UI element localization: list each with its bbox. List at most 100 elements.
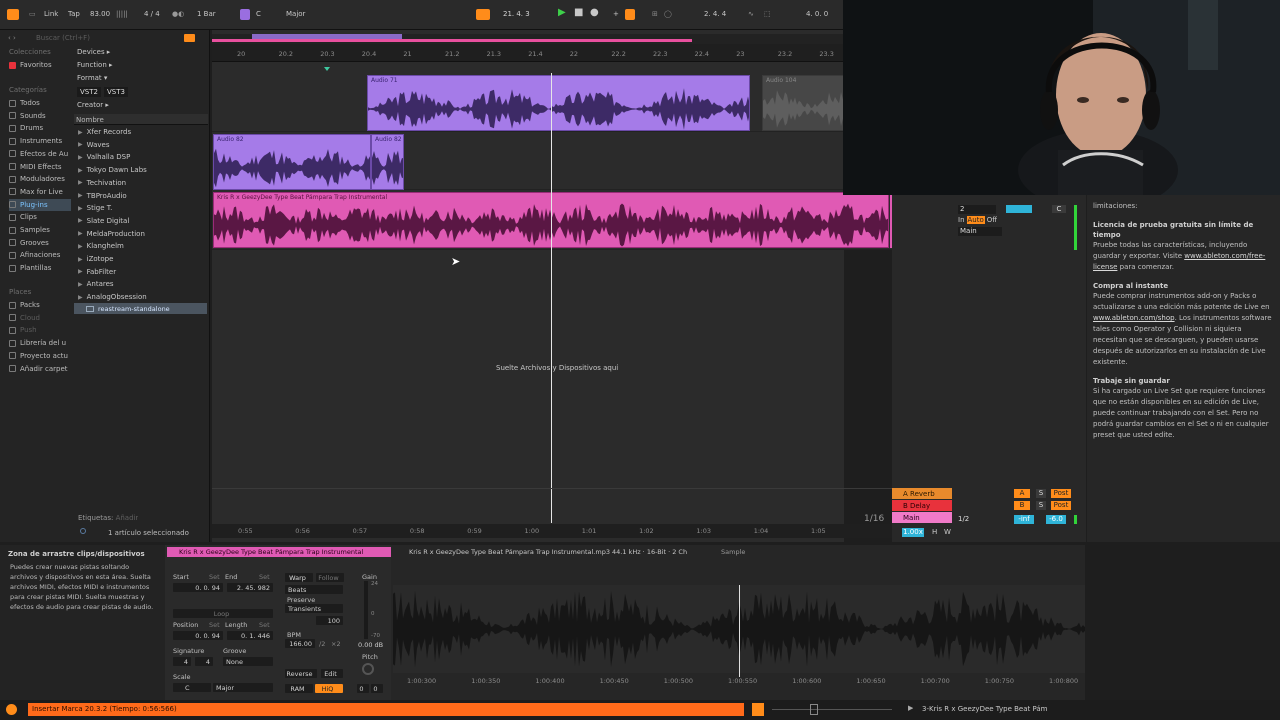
sidebar-item-category[interactable]: Sounds xyxy=(9,110,71,122)
arrange-view-icon[interactable]: ▭ xyxy=(29,10,36,18)
edit-button[interactable]: Edit xyxy=(321,669,343,678)
monitor-in-button[interactable]: In xyxy=(958,216,965,224)
overview-strip[interactable] xyxy=(212,34,844,44)
shop-link[interactable]: www.ableton.com/shop xyxy=(1093,314,1175,322)
warp-mode-select[interactable]: Beats xyxy=(285,585,343,594)
preview-icon[interactable] xyxy=(80,528,86,534)
position-field[interactable]: 0. 0. 94 xyxy=(173,631,223,640)
sidebar-item-place[interactable]: Cloud xyxy=(9,312,71,324)
scroll-thumb[interactable] xyxy=(810,704,818,715)
scale-mode-select[interactable]: Major xyxy=(213,683,273,692)
pan-knob[interactable]: C xyxy=(1052,205,1066,213)
start-field[interactable]: 0. 0. 94 xyxy=(173,583,223,592)
tempo-follow-field[interactable]: 1.00x xyxy=(902,528,924,537)
transpose-field[interactable]: 0 xyxy=(357,684,369,693)
expand-arrow-icon[interactable]: ▶ xyxy=(78,167,83,174)
expand-arrow-icon[interactable]: ▶ xyxy=(78,192,83,199)
reverse-button[interactable]: Reverse xyxy=(285,669,317,678)
bpm-field[interactable]: 166.00 xyxy=(285,639,315,648)
sidebar-item-category[interactable]: Plantillas xyxy=(9,262,71,274)
plugin-folder-row[interactable]: ▶ Antares xyxy=(78,278,206,290)
position-set-button[interactable]: Set xyxy=(209,621,220,629)
plugin-folder-row[interactable]: ▶ Stige T. xyxy=(78,202,206,214)
plugin-folder-row[interactable]: ▶ Xfer Records xyxy=(78,126,206,138)
time-ruler[interactable]: 0:55 0:56 0:57 0:58 0:59 1:00 1:01 1:02 1:03 1:04… xyxy=(212,524,892,538)
overdub-icon[interactable]: + xyxy=(613,10,619,18)
scroll-track[interactable] xyxy=(772,709,892,710)
back-icon[interactable]: ‹ › xyxy=(8,34,16,42)
follow-button[interactable]: Follow xyxy=(316,573,344,582)
follow-arrow-icon[interactable] xyxy=(752,703,764,716)
song-position-field[interactable]: 21. 4. 3 xyxy=(503,10,530,18)
ram-button[interactable]: RAM xyxy=(285,684,313,693)
key-select[interactable]: C xyxy=(256,10,261,18)
automation-arm-icon[interactable] xyxy=(625,9,635,20)
name-column-header[interactable]: Nombre xyxy=(74,114,208,125)
expand-arrow-icon[interactable]: ▶ xyxy=(78,268,83,275)
loop-length-field[interactable]: 4. 0. 0 xyxy=(806,10,828,18)
session-record-icon[interactable]: ⊞ xyxy=(652,10,658,18)
audio-clip[interactable]: Audio 82 xyxy=(213,134,371,190)
expand-arrow-icon[interactable]: ▶ xyxy=(78,281,83,288)
send-b-button[interactable]: B xyxy=(1014,501,1030,510)
plugin-folder-row[interactable]: ▶ Slate Digital xyxy=(78,215,206,227)
quantize-select[interactable]: 1 Bar xyxy=(197,10,216,18)
length-set-button[interactable]: Set xyxy=(259,621,270,629)
sidebar-item-category[interactable]: Max for Live xyxy=(9,186,71,198)
expand-arrow-icon[interactable]: ▶ xyxy=(78,243,83,250)
loop-start-field[interactable]: 2. 4. 4 xyxy=(704,10,726,18)
send-a-button[interactable]: A xyxy=(1014,489,1030,498)
end-field[interactable]: 2. 45. 982 xyxy=(227,583,273,592)
format-vst2-tag[interactable]: VST2 xyxy=(77,87,101,97)
plugin-folder-row[interactable]: ▶ iZotope xyxy=(78,253,206,265)
arrangement-position-icon[interactable] xyxy=(476,9,490,20)
tap-button[interactable]: Tap xyxy=(68,10,80,18)
monitor-auto-button[interactable]: Auto xyxy=(966,216,985,224)
add-folder-icon[interactable] xyxy=(184,34,195,42)
record-button[interactable]: ● xyxy=(590,7,599,18)
cue-fraction-field[interactable]: 1/2 xyxy=(958,515,969,523)
output-select[interactable]: Main xyxy=(958,227,1002,236)
hiq-button[interactable]: HiQ xyxy=(315,684,343,693)
time-signature-field[interactable]: 4 / 4 xyxy=(144,10,160,18)
sidebar-item-place[interactable]: Push xyxy=(9,324,71,336)
alert-icon[interactable] xyxy=(6,704,17,715)
sidebar-item-favorites[interactable]: Favoritos xyxy=(9,59,71,71)
sample-time-ruler[interactable]: 1:00:300 1:00:350 1:00:400 1:00:450 1:00:500… xyxy=(393,675,1085,687)
scale-key-select[interactable]: C xyxy=(173,683,211,692)
plugin-folder-row[interactable]: ▶ AnalogObsession xyxy=(78,291,206,303)
length-field[interactable]: 0. 1. 446 xyxy=(227,631,273,640)
sidebar-item-place[interactable]: Proyecto actu xyxy=(9,350,71,362)
post-a-button[interactable]: Post xyxy=(1051,489,1071,498)
sidebar-item-category[interactable]: Efectos de Au xyxy=(9,148,71,160)
gain-slider[interactable] xyxy=(364,581,368,639)
sidebar-item-category[interactable]: Todos xyxy=(9,97,71,109)
sidebar-item-place[interactable]: Packs xyxy=(9,299,71,311)
solo-b-button[interactable]: S xyxy=(1036,501,1046,510)
plugin-folder-row[interactable]: ▶ Waves xyxy=(78,139,206,151)
groove-select[interactable]: None xyxy=(223,657,273,666)
transient-amount-field[interactable]: 100 xyxy=(316,616,343,625)
format-vst3-tag[interactable]: VST3 xyxy=(103,87,128,97)
expand-arrow-icon[interactable]: ▶ xyxy=(78,179,83,186)
track-number-field[interactable]: 2 xyxy=(958,205,996,214)
main-track[interactable]: Main xyxy=(892,512,952,523)
filter-function[interactable]: Function ▸ xyxy=(77,61,113,69)
expand-arrow-icon[interactable]: ▶ xyxy=(78,141,83,148)
loop-icon[interactable]: ◯ xyxy=(664,10,672,18)
solo-a-button[interactable]: S xyxy=(1036,489,1046,498)
sidebar-item-category[interactable]: Instruments xyxy=(9,135,71,147)
audio-clip[interactable]: Audio 71 xyxy=(367,75,750,131)
expand-arrow-icon[interactable]: ▶ xyxy=(78,256,83,263)
sidebar-item-category[interactable]: Drums xyxy=(9,122,71,134)
sidebar-item-category[interactable]: Afinaciones xyxy=(9,249,71,261)
w-button[interactable]: W xyxy=(944,528,951,536)
filter-creator[interactable]: Creator ▸ xyxy=(77,101,109,109)
tempo-field[interactable]: 83.00 xyxy=(90,10,110,18)
draw-mode-icon[interactable]: ⬚ xyxy=(764,10,771,18)
expand-arrow-icon[interactable]: ▶ xyxy=(78,294,83,301)
sidebar-item-category[interactable]: Plug-ins xyxy=(9,198,71,211)
warp-button[interactable]: Warp xyxy=(285,573,313,582)
plugin-folder-row[interactable]: ▶ TBProAudio xyxy=(78,190,206,202)
filter-devices[interactable]: Devices ▸ xyxy=(77,48,110,56)
